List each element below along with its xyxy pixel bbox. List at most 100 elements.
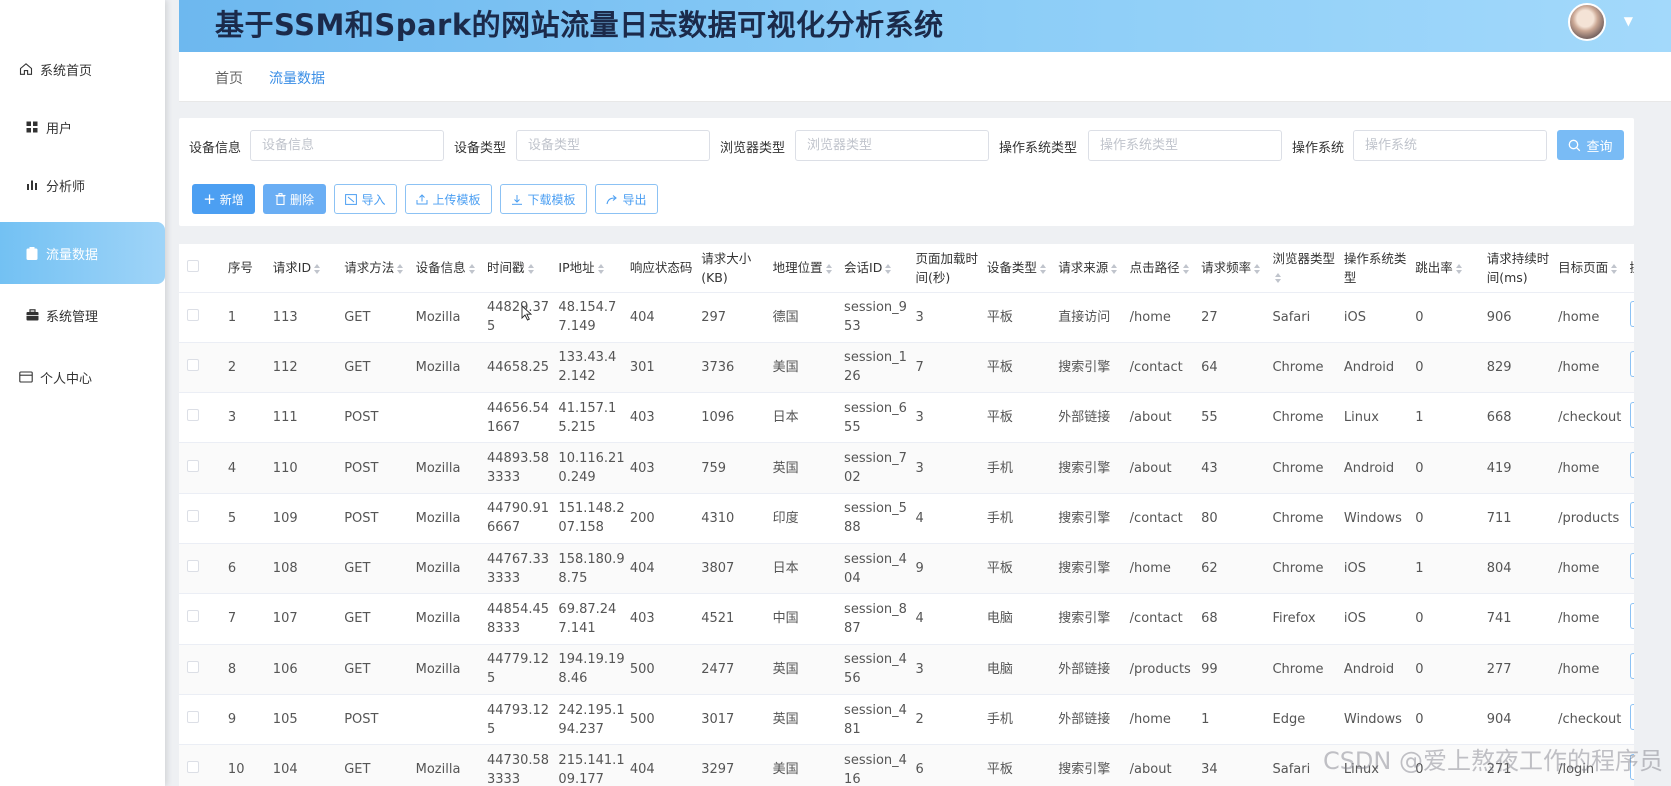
sort-caret-icon[interactable] <box>1182 263 1190 274</box>
device-type-input[interactable] <box>516 130 710 161</box>
sort-caret-icon[interactable] <box>1111 263 1118 274</box>
select-all-checkbox[interactable] <box>187 260 199 273</box>
download-template-label: 下载模板 <box>527 192 576 207</box>
cell-load-time: 9 <box>913 543 985 595</box>
add-button[interactable]: + 新增 <box>192 184 255 214</box>
table-row[interactable]: 1 113 GET Mozilla 44829.375 48.154.77.149 404 2… <box>179 292 1634 343</box>
download-template-button[interactable]: 下载模板 <box>500 184 587 214</box>
sort-caret-icon[interactable] <box>527 263 535 274</box>
row-checkbox-cell[interactable] <box>179 694 226 746</box>
column-header-request-id[interactable]: 请求ID <box>270 244 343 293</box>
column-header-device-info[interactable]: 设备信息 <box>413 244 486 293</box>
os-type-input[interactable] <box>1088 130 1282 161</box>
row-checkbox-cell[interactable] <box>179 493 226 544</box>
table-row[interactable]: 9 105 POST 44793.125 242.195.194.237 500 3017 英… <box>179 694 1634 746</box>
sort-caret-icon[interactable] <box>597 263 605 274</box>
cell-device-type: 平板 <box>984 744 1057 786</box>
table-row[interactable]: 7 107 GET Mozilla 44854.458333 69.87.247.141 4… <box>179 593 1634 645</box>
column-header-location[interactable]: 地理位置 <box>770 244 843 293</box>
row-action-button[interactable] <box>1629 552 1634 579</box>
column-header-frequency[interactable]: 请求频率 <box>1199 244 1271 293</box>
sidebar-item-analyst[interactable]: 分析师 <box>0 154 165 216</box>
cell-device-info: Mozilla <box>413 593 486 645</box>
row-action-button[interactable] <box>1629 452 1634 479</box>
row-checkbox[interactable] <box>187 660 199 673</box>
row-checkbox-cell[interactable] <box>179 392 226 444</box>
query-button[interactable]: 查询 <box>1557 130 1624 160</box>
row-checkbox-cell[interactable] <box>179 342 226 394</box>
row-checkbox-cell[interactable] <box>179 644 226 695</box>
row-checkbox-cell[interactable] <box>179 593 226 645</box>
chevron-down-icon[interactable]: ▼ <box>1624 14 1633 28</box>
row-checkbox[interactable] <box>187 409 199 422</box>
column-header-timestamp[interactable]: 时间戳 <box>485 244 557 293</box>
row-action-button[interactable] <box>1629 351 1634 378</box>
sidebar-item-profile[interactable]: 个人中心 <box>0 346 165 408</box>
cell-request-id: 113 <box>270 292 343 343</box>
sidebar-item-home[interactable]: 系统首页 <box>0 38 165 100</box>
column-header-method[interactable]: 请求方法 <box>342 244 414 293</box>
column-header-click-path[interactable]: 点击路径 <box>1127 244 1200 293</box>
row-checkbox[interactable] <box>187 459 199 472</box>
sort-caret-icon[interactable] <box>885 263 892 274</box>
sidebar-item-system-management[interactable]: 系统管理 <box>0 284 165 346</box>
row-checkbox[interactable] <box>187 308 199 321</box>
row-checkbox[interactable] <box>187 711 199 724</box>
row-checkbox-cell[interactable] <box>179 292 226 343</box>
column-header-label: 请求持续时间(ms) <box>1486 250 1550 285</box>
sort-caret-icon[interactable] <box>468 263 476 274</box>
sort-caret-icon[interactable] <box>1611 263 1618 274</box>
sort-caret-icon[interactable] <box>825 263 833 274</box>
column-header-source[interactable]: 请求来源 <box>1056 244 1128 293</box>
column-header-bounce[interactable]: 跳出率 <box>1413 244 1485 293</box>
row-checkbox-cell[interactable] <box>179 543 226 595</box>
column-header-ip[interactable]: IP地址 <box>556 244 628 293</box>
sort-caret-icon[interactable] <box>1039 263 1047 274</box>
row-action-button[interactable] <box>1629 401 1634 428</box>
row-action-button[interactable] <box>1629 703 1634 730</box>
sort-caret-icon[interactable] <box>1254 263 1261 274</box>
row-checkbox[interactable] <box>187 761 199 774</box>
breadcrumb-home[interactable]: 首页 <box>215 68 243 88</box>
table-row[interactable]: 8 106 GET Mozilla 44779.125 194.19.198.46 500 2… <box>179 644 1634 695</box>
sidebar-item-label: 分析师 <box>46 179 86 195</box>
table-row[interactable]: 4 110 POST Mozilla 44893.583333 10.116.210.24… <box>179 442 1634 494</box>
cell-method: GET <box>342 292 414 343</box>
sort-caret-icon[interactable] <box>1275 273 1282 284</box>
sidebar-item-traffic-data[interactable]: 流量数据 <box>0 222 165 284</box>
table-row[interactable]: 3 111 POST 44656.541667 41.157.15.215 403 1096… <box>179 392 1634 444</box>
os-input[interactable] <box>1353 130 1547 161</box>
row-action-button[interactable] <box>1629 602 1634 629</box>
sort-caret-icon[interactable] <box>397 263 404 274</box>
avatar[interactable] <box>1568 3 1606 41</box>
sort-caret-icon[interactable] <box>1455 263 1463 274</box>
row-action-button[interactable] <box>1629 653 1634 680</box>
column-header-target[interactable]: 目标页面 <box>1556 244 1628 293</box>
row-checkbox-cell[interactable] <box>179 744 226 786</box>
select-all-checkbox-cell[interactable] <box>179 244 226 293</box>
row-checkbox-cell[interactable] <box>179 442 226 494</box>
search-panel: 设备信息 设备类型 浏览器类型 操作系统类型 操作系统 查询 + 新增 删除 导… <box>179 118 1634 226</box>
row-checkbox[interactable] <box>187 560 199 573</box>
delete-button[interactable]: 删除 <box>263 184 326 214</box>
sort-caret-icon[interactable] <box>314 263 321 274</box>
row-action-button[interactable] <box>1629 502 1634 529</box>
cell-operation <box>1627 694 1634 746</box>
cell-timestamp: 44658.25 <box>485 342 557 394</box>
table-row[interactable]: 2 112 GET Mozilla 44658.25 133.43.42.142 301 37… <box>179 342 1634 394</box>
upload-template-button[interactable]: 上传模板 <box>405 184 492 214</box>
import-button[interactable]: 导入 <box>334 184 397 214</box>
sidebar-item-users[interactable]: 用户 <box>0 96 165 158</box>
row-checkbox[interactable] <box>187 358 199 371</box>
column-header-device-type[interactable]: 设备类型 <box>984 244 1057 293</box>
row-checkbox[interactable] <box>187 509 199 522</box>
table-row[interactable]: 5 109 POST Mozilla 44790.916667 151.148.207.1… <box>179 493 1634 544</box>
table-row[interactable]: 6 108 GET Mozilla 44767.333333 158.180.98.75 4… <box>179 543 1634 595</box>
row-checkbox[interactable] <box>187 610 199 623</box>
row-action-button[interactable] <box>1629 301 1634 328</box>
browser-type-input[interactable] <box>795 130 989 161</box>
column-header-browser[interactable]: 浏览器类型 <box>1270 244 1342 293</box>
column-header-session[interactable]: 会话ID <box>842 244 914 293</box>
device-info-input[interactable] <box>250 130 444 161</box>
export-button[interactable]: 导出 <box>595 184 658 214</box>
